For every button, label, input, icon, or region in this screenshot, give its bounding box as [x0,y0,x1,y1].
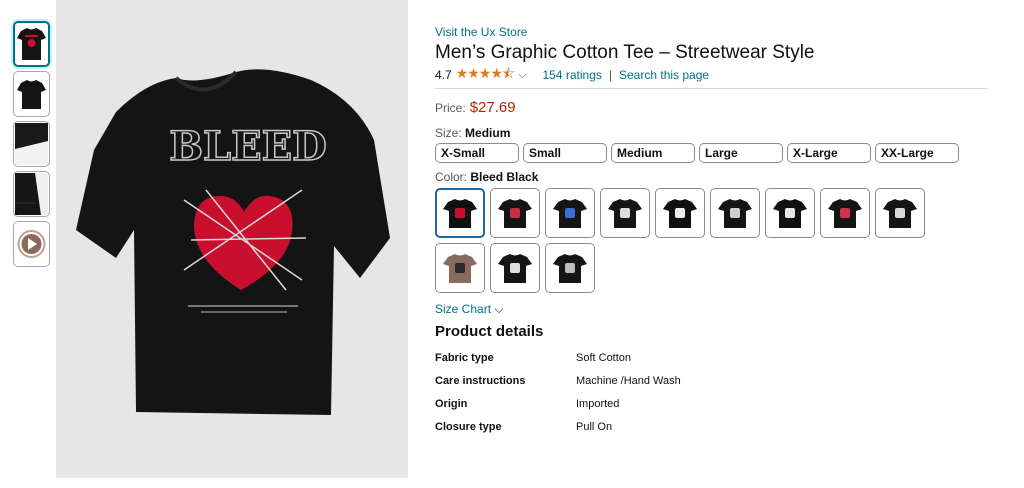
color-swatch[interactable] [710,188,760,238]
price-label: Price: [435,101,466,115]
size-chart-label[interactable]: Size Chart [435,302,491,316]
tshirt-icon [443,254,477,283]
thumbnail-video[interactable] [13,221,50,267]
details-key: Closure type [435,421,502,433]
separator: | [608,68,612,82]
tshirt-icon [883,199,917,228]
rating-row: 4.7 ★★★★⯪ ⌵ 154 ratings | Search this pa… [435,63,990,87]
tshirt-icon [553,199,587,228]
tshirt-icon [498,199,532,228]
thumbnail-sleeve-closeup[interactable] [13,171,50,217]
size-option-x-large[interactable]: X-Large [787,143,871,163]
selected-size: Medium [465,126,511,140]
size-label: Size: [435,126,462,140]
details-row: Fabric type Soft Cotton [435,352,990,375]
search-page-link[interactable]: Search this page [619,68,709,82]
details-row: Closure type Pull On [435,421,990,444]
thumbnail-fabric-closeup[interactable] [13,121,50,167]
tshirt-icon [718,199,752,228]
size-chart-link[interactable]: Size Chart ⌵ [435,302,990,317]
thumbnail-strip [13,21,53,271]
store-link[interactable]: Visit the Ux Store [435,24,990,40]
tshirt-icon [498,254,532,283]
tshirt-icon [663,199,697,228]
details-key: Care instructions [435,375,526,387]
chevron-down-icon[interactable]: ⌵ [518,69,526,82]
main-product-image[interactable]: BLEED [56,0,408,478]
size-option-x-small[interactable]: X-Small [435,143,519,163]
selected-color: Bleed Black [470,170,539,184]
color-swatch[interactable] [545,243,595,293]
details-value: Imported [576,398,620,410]
star-rating-icon[interactable]: ★★★★⯪ [456,63,515,87]
price-value: $27.69 [469,99,516,116]
price-row: Price: $27.69 [435,99,990,116]
tshirt-icon [443,199,477,228]
product-info: Visit the Ux Store Men’s Graphic Cotton … [435,24,990,444]
color-label: Color: [435,170,468,184]
details-value: Machine /Hand Wash [576,375,681,387]
product-details-heading: Product details [435,323,544,340]
tshirt-icon [828,199,862,228]
size-option-small[interactable]: Small [523,143,607,163]
color-swatch[interactable] [490,188,540,238]
color-swatch[interactable] [600,188,650,238]
play-icon [17,230,46,258]
thumbnail-front-print[interactable] [13,21,50,67]
chevron-down-icon[interactable]: ⌵ [494,302,503,316]
divider [435,88,988,89]
color-swatch[interactable] [490,243,540,293]
size-selector: Size: Medium X-Small Small Medium Large … [435,126,990,163]
product-page: BLEED Visit the Ux Store Men’s Graphic C… [0,0,1024,488]
color-selector: Color: Bleed Black [435,170,990,298]
details-row: Origin Imported [435,398,990,421]
color-swatches [435,188,945,298]
details-key: Fabric type [435,352,494,364]
size-option-xx-large[interactable]: XX-Large [875,143,959,163]
product-details-table: Fabric type Soft Cotton Care instructions M… [435,352,990,444]
rating-value: 4.7 [435,68,452,82]
thumbnail-plain-front[interactable] [13,71,50,117]
color-swatch[interactable] [655,188,705,238]
color-swatch[interactable] [435,188,485,238]
product-title: Men’s Graphic Cotton Tee – Streetwear St… [435,42,815,63]
graphic-text: BLEED [169,123,327,170]
details-value: Soft Cotton [576,352,632,364]
color-swatch[interactable] [820,188,870,238]
color-swatch[interactable] [545,188,595,238]
color-swatch[interactable] [435,243,485,293]
tshirt-icon [553,254,587,283]
details-row: Care instructions Machine /Hand Wash [435,375,990,398]
color-swatch[interactable] [765,188,815,238]
tshirt-icon [773,199,807,228]
ratings-count-link[interactable]: 154 ratings [543,68,602,82]
size-option-medium[interactable]: Medium [611,143,695,163]
tshirt-icon [608,199,642,228]
size-option-large[interactable]: Large [699,143,783,163]
details-value: Pull On [576,421,613,433]
color-swatch[interactable] [875,188,925,238]
details-key: Origin [435,398,468,410]
